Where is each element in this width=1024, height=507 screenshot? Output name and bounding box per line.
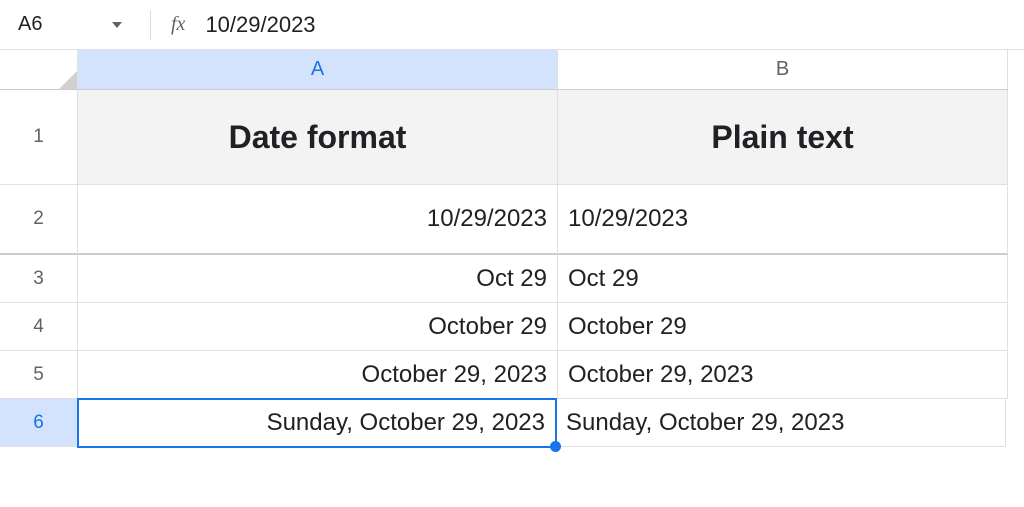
row-3: 3 Oct 29 Oct 29 — [0, 255, 1024, 303]
column-header-a[interactable]: A — [78, 50, 558, 90]
divider — [150, 10, 151, 40]
row-5: 5 October 29, 2023 October 29, 2023 — [0, 351, 1024, 399]
row-header-6[interactable]: 6 — [0, 399, 78, 447]
formula-bar: A6 fx 10/29/2023 — [0, 0, 1024, 50]
cell-b1[interactable]: Plain text — [558, 90, 1008, 185]
row-1: 1 Date format Plain text — [0, 90, 1024, 185]
name-box-value: A6 — [18, 13, 42, 36]
cell-b6[interactable]: Sunday, October 29, 2023 — [556, 399, 1006, 447]
chevron-down-icon[interactable] — [112, 22, 122, 28]
fx-icon[interactable]: fx — [171, 13, 185, 36]
cell-a5[interactable]: October 29, 2023 — [78, 351, 558, 399]
column-header-b[interactable]: B — [558, 50, 1008, 90]
row-2: 2 10/29/2023 10/29/2023 — [0, 185, 1024, 255]
row-6: 6 Sunday, October 29, 2023 Sunday, Octob… — [0, 399, 1024, 447]
cell-b5[interactable]: October 29, 2023 — [558, 351, 1008, 399]
select-all-corner[interactable] — [0, 50, 78, 90]
row-header-1[interactable]: 1 — [0, 90, 78, 185]
cell-b2[interactable]: 10/29/2023 — [558, 185, 1008, 255]
formula-input[interactable]: 10/29/2023 — [205, 12, 315, 38]
row-header-2[interactable]: 2 — [0, 185, 78, 255]
cell-a1[interactable]: Date format — [78, 90, 558, 185]
spreadsheet-grid: A B 1 Date format Plain text 2 10/29/202… — [0, 50, 1024, 447]
cell-a6[interactable]: Sunday, October 29, 2023 — [77, 398, 557, 448]
name-box[interactable]: A6 — [10, 13, 130, 36]
cell-b4[interactable]: October 29 — [558, 303, 1008, 351]
cell-b3[interactable]: Oct 29 — [558, 255, 1008, 303]
cell-a2[interactable]: 10/29/2023 — [78, 185, 558, 255]
cell-a4[interactable]: October 29 — [78, 303, 558, 351]
row-header-3[interactable]: 3 — [0, 255, 78, 303]
row-header-5[interactable]: 5 — [0, 351, 78, 399]
row-header-4[interactable]: 4 — [0, 303, 78, 351]
column-header-row: A B — [0, 50, 1024, 90]
cell-a3[interactable]: Oct 29 — [78, 255, 558, 303]
row-4: 4 October 29 October 29 — [0, 303, 1024, 351]
